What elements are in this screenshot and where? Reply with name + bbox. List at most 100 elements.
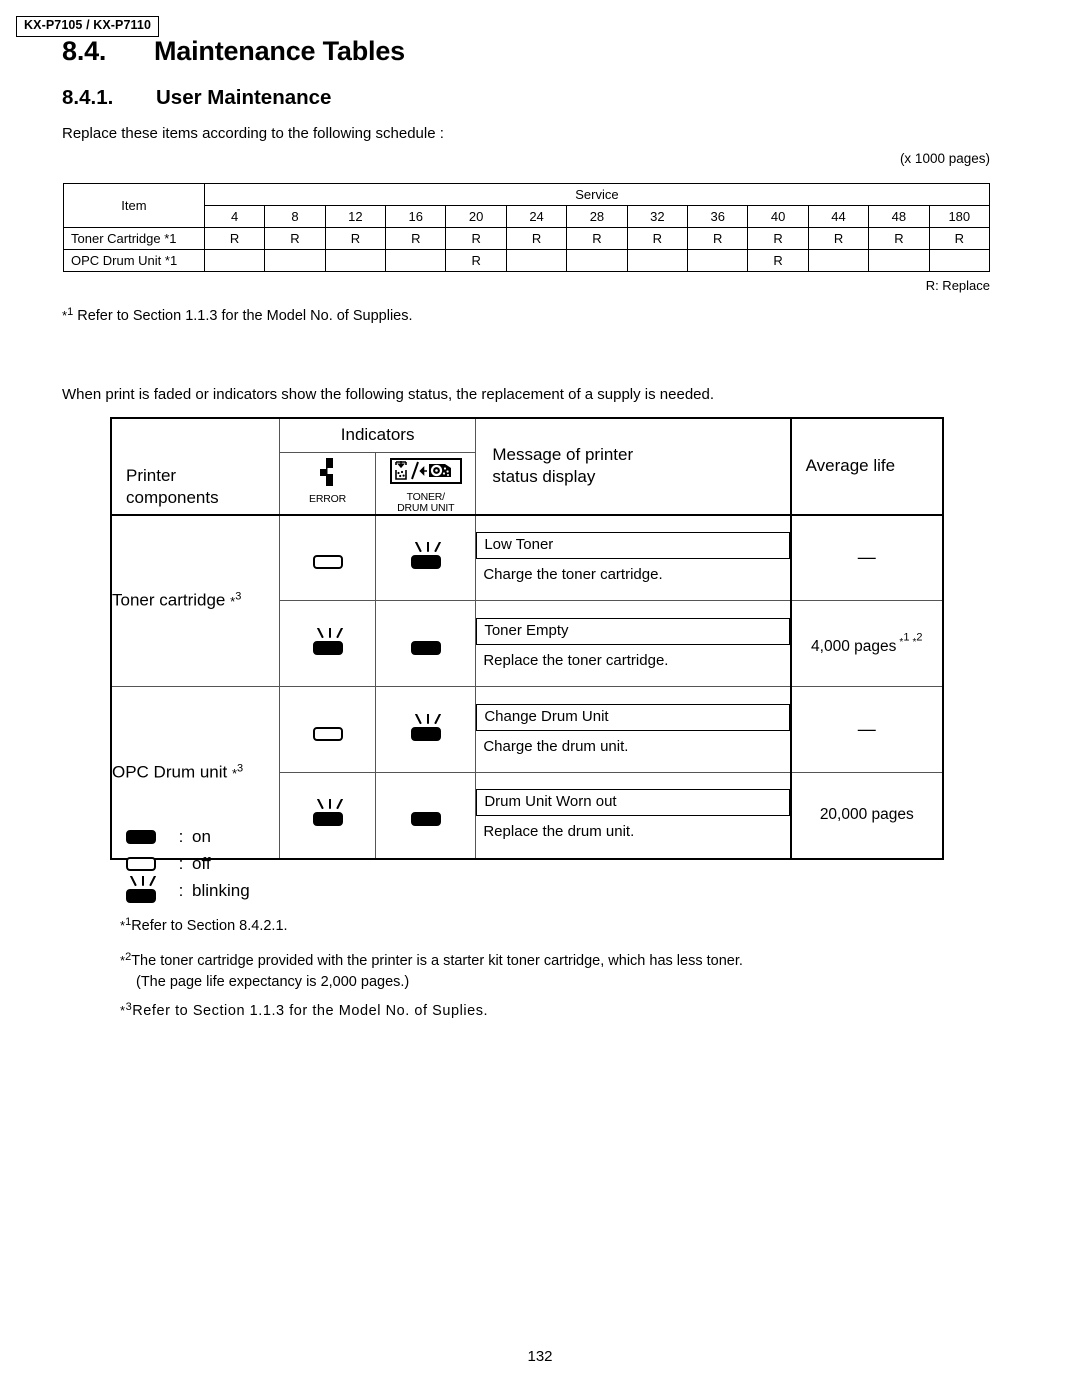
- schedule-item-name: OPC Drum Unit *1: [63, 249, 205, 272]
- footnote-2-text: The toner cartridge provided with the pr…: [131, 953, 743, 969]
- model-left: KX-P7105: [24, 18, 83, 32]
- schedule-col-header: 24: [505, 205, 568, 228]
- message-header-line2: status display: [492, 467, 596, 487]
- schedule-cell: R: [687, 227, 749, 250]
- status-message-box: Drum Unit Worn out: [476, 789, 790, 817]
- status-message-cell: Drum Unit Worn out Replace the drum unit.: [475, 772, 792, 860]
- indicators-header: Indicators: [278, 417, 477, 453]
- section-title: 8.4. Maintenance Tables: [62, 36, 405, 67]
- led-blinking-icon: [410, 541, 441, 574]
- component-label: Toner cartridge: [112, 591, 231, 611]
- printer-component-name: Toner cartridge *3: [111, 513, 280, 688]
- status-message-cell: Low Toner Charge the toner cartridge.: [475, 513, 792, 602]
- led-off-icon: [126, 856, 170, 871]
- schedule-cell: R: [505, 227, 568, 250]
- error-led-state: [278, 600, 377, 688]
- footnote-1-text: Refer to Section 8.4.2.1.: [131, 918, 288, 934]
- led-blinking-icon: [312, 799, 343, 831]
- subsection-title-text: User Maintenance: [156, 86, 332, 109]
- printer-components-line1: Printer: [126, 466, 177, 486]
- indicator-status-table: Printer components Indicators Message of…: [110, 417, 944, 860]
- schedule-cell: R: [807, 227, 870, 250]
- schedule-cell: [626, 249, 689, 272]
- schedule-col-header: 32: [626, 205, 689, 228]
- error-caption: ERROR: [309, 492, 346, 505]
- schedule-cell: [264, 249, 326, 272]
- legend-row-on: : on: [126, 823, 250, 850]
- schedule-header-row-1: Item Service: [63, 183, 991, 228]
- schedule-col-header: 28: [566, 205, 628, 228]
- footnote-1-mark: *1: [120, 916, 132, 933]
- footnote-3: *3Refer to Section 1.1.3 for the Model N…: [120, 1000, 488, 1022]
- schedule-col-header: 36: [687, 205, 749, 228]
- component-label: OPC Drum unit: [112, 762, 232, 782]
- schedule-col-header: 44: [807, 205, 870, 228]
- schedule-col-header: 12: [324, 205, 387, 228]
- status-message-action: Replace the toner cartridge.: [483, 651, 669, 669]
- schedule-col-header: 4: [203, 205, 266, 228]
- message-column-header: Message of printer status display: [475, 417, 792, 515]
- schedule-cell: R: [868, 227, 930, 250]
- table-row: OPC Drum unit *3 Change Drum Unit Charge t…: [111, 686, 943, 860]
- schedule-cell: [203, 249, 266, 272]
- subsection-title: 8.4.1. User Maintenance: [62, 86, 331, 110]
- schedule-intro-text: Replace these items according to the fol…: [62, 125, 444, 142]
- toner-drum-led-state: [375, 686, 477, 774]
- status-message-cell: Change Drum Unit Charge the drum unit.: [475, 686, 792, 774]
- schedule-cell: R: [445, 227, 507, 250]
- schedule-col-header: 20: [445, 205, 507, 228]
- schedule-cell: [687, 249, 749, 272]
- note-star-1-mark: *1: [62, 306, 74, 323]
- schedule-cell: [566, 249, 628, 272]
- schedule-col-header: 16: [385, 205, 447, 228]
- average-life-value: —: [857, 547, 876, 568]
- average-life-cell: 4,000 pages *1 *2: [789, 600, 943, 688]
- schedule-cell: R: [626, 227, 689, 250]
- status-message-action: Charge the drum unit.: [483, 737, 629, 755]
- unit-note-label: (x 1000 pages): [899, 151, 990, 166]
- led-blinking-icon: [312, 627, 343, 660]
- toner-drum-unit-icon: [389, 457, 463, 489]
- legend-colon-off: :: [178, 854, 184, 873]
- footnote-2-mark: *2: [120, 951, 132, 968]
- schedule-col-header: 8: [264, 205, 326, 228]
- model-number-box: KX-P7105 / KX-P7110: [16, 16, 160, 37]
- schedule-cell: [807, 249, 870, 272]
- schedule-cell: R: [203, 227, 266, 250]
- average-life-value: 4,000 pages: [811, 637, 897, 655]
- schedule-item-header: Item: [63, 183, 205, 228]
- status-message-box: Toner Empty: [476, 617, 790, 645]
- schedule-cell: R: [385, 227, 447, 250]
- schedule-cell: R: [928, 227, 991, 250]
- section-title-text: Maintenance Tables: [154, 36, 405, 66]
- schedule-col-header: 40: [747, 205, 809, 228]
- page-number: 132: [527, 1348, 553, 1365]
- error-indicator-header: ERROR: [278, 451, 377, 516]
- footnote-2-continuation: (The page life expectancy is 2,000 pages…: [136, 974, 410, 991]
- footnote-2: *2The toner cartridge provided with the …: [120, 950, 950, 993]
- schedule-service-header: Service: [203, 183, 991, 206]
- maintenance-schedule-table: Item Service 4 8 12 16 20 24 28 32 36 40 44 48 180 T…: [63, 183, 991, 272]
- average-life-header: Average life: [789, 417, 943, 515]
- legend-row-blinking: : blinking: [126, 875, 250, 906]
- led-on-icon: [410, 628, 441, 660]
- led-on-icon: [126, 829, 170, 844]
- legend-label-on: on: [192, 827, 211, 846]
- average-life-footnote-mark: *1 *2: [899, 631, 923, 648]
- legend-label-blinking: blinking: [192, 881, 250, 900]
- led-off-icon: [312, 714, 343, 746]
- printer-components-header: Printer components: [111, 417, 280, 515]
- schedule-col-header: 48: [868, 205, 930, 228]
- schedule-cell: [505, 249, 568, 272]
- error-led-state: [278, 772, 377, 860]
- legend-colon-on: :: [178, 827, 184, 846]
- schedule-item-name: Toner Cartridge *1: [63, 227, 205, 250]
- status-message-cell: Toner Empty Replace the toner cartridge.: [475, 600, 792, 688]
- average-life-value: —: [857, 719, 876, 740]
- model-right: KX-P7110: [93, 18, 152, 32]
- replace-legend: R: Replace: [925, 278, 990, 293]
- schedule-cell: [385, 249, 447, 272]
- led-on-icon: [410, 799, 441, 831]
- led-blinking-icon: [126, 875, 170, 906]
- section-number: 8.4.: [62, 36, 107, 66]
